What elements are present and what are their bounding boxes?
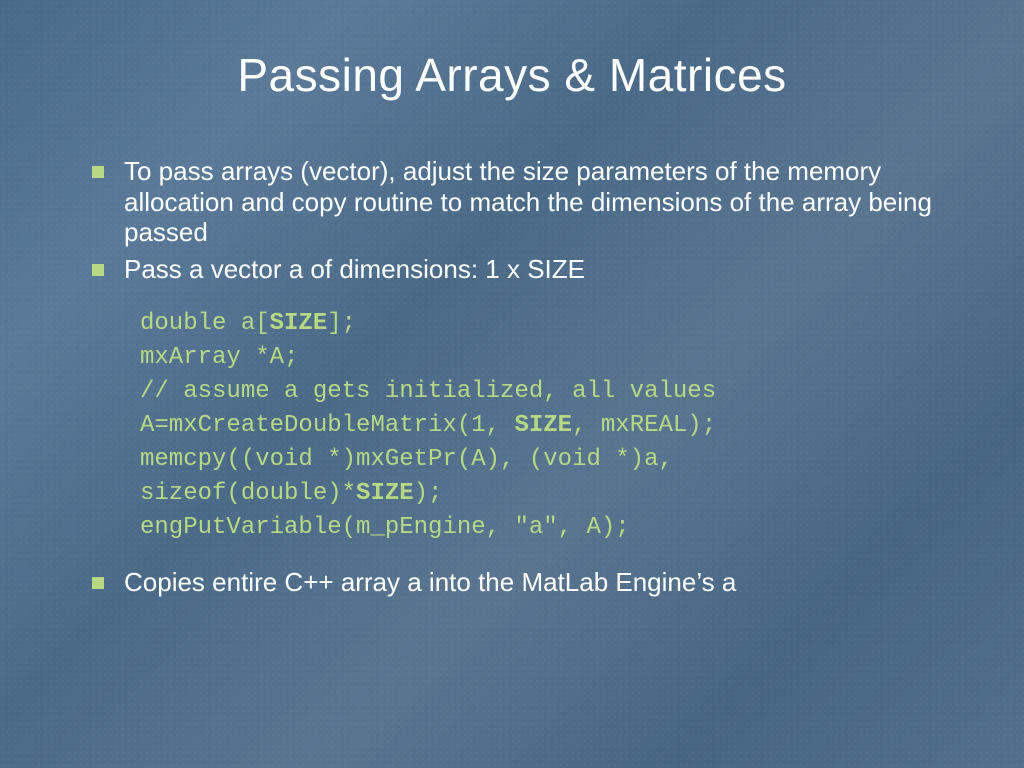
- code-text: double a[: [140, 310, 270, 337]
- code-text: A=mxCreateDoubleMatrix(1,: [140, 412, 514, 439]
- slide-title: Passing Arrays & Matrices: [90, 48, 934, 102]
- code-line: double a[SIZE];: [140, 307, 934, 341]
- bullet-item: Pass a vector a of dimensions: 1 x SIZE: [90, 254, 934, 285]
- code-bold: SIZE: [270, 310, 328, 337]
- code-line: A=mxCreateDoubleMatrix(1, SIZE, mxREAL);: [140, 409, 934, 443]
- bullet-item: Copies entire C++ array a into the MatLa…: [90, 567, 934, 598]
- code-bold: SIZE: [356, 480, 414, 507]
- bullet-list: To pass arrays (vector), adjust the size…: [90, 156, 934, 285]
- bullet-list: Copies entire C++ array a into the MatLa…: [90, 567, 934, 598]
- code-line: // assume a gets initialized, all values: [140, 375, 934, 409]
- code-line: mxArray *A;: [140, 341, 934, 375]
- code-block: double a[SIZE]; mxArray *A; // assume a …: [140, 307, 934, 546]
- code-bold: SIZE: [514, 412, 572, 439]
- slide: Passing Arrays & Matrices To pass arrays…: [0, 0, 1024, 768]
- code-line: engPutVariable(m_pEngine, "a", A);: [140, 511, 934, 545]
- code-text: );: [414, 480, 443, 507]
- code-line: memcpy((void *)mxGetPr(A), (void *)a, si…: [140, 443, 934, 511]
- code-text: , mxREAL);: [572, 412, 716, 439]
- bullet-item: To pass arrays (vector), adjust the size…: [90, 156, 934, 248]
- code-text: ];: [327, 310, 356, 337]
